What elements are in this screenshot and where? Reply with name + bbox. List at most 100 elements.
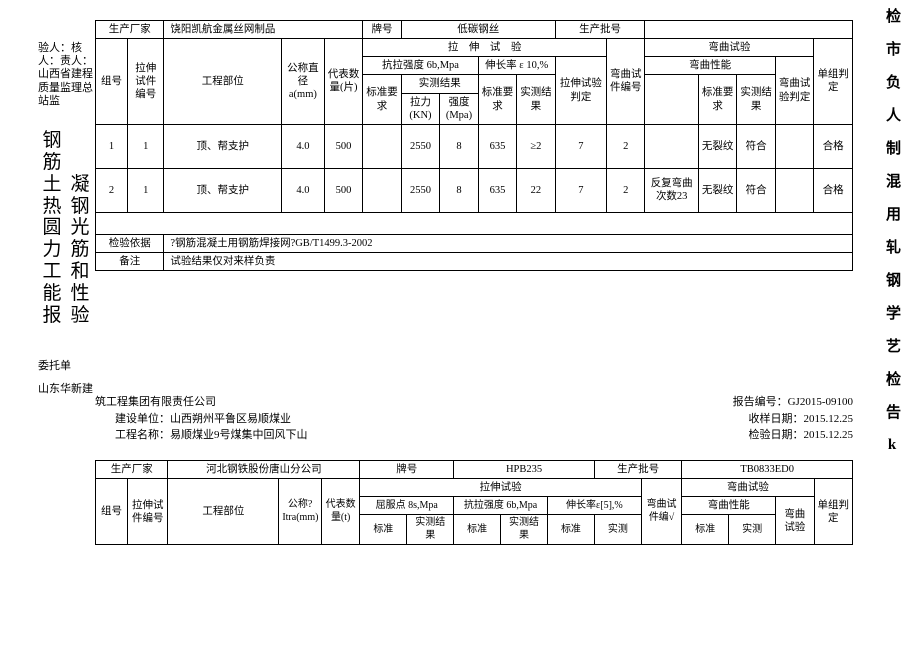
cell-force: 2550 bbox=[401, 124, 439, 168]
cell-force: 2550 bbox=[401, 168, 439, 212]
hdr-spec-diam: 公称直径a(mm) bbox=[282, 39, 325, 125]
table-row: 组号 拉伸试件编号 工程部位 公称直径a(mm) 代表数量(片) 拉 伸 试 验… bbox=[96, 39, 853, 57]
info-l1: 筑工程集团有限责任公司 bbox=[95, 394, 216, 411]
hdr-tensile-test: 拉 伸 试 验 bbox=[363, 39, 607, 57]
mfr-value: 饶阳凯航金属丝网制品 bbox=[164, 21, 363, 39]
info-block: 筑工程集团有限责任公司 报告编号：GJ2015-09100 建设单位：山西朔州平… bbox=[95, 394, 853, 444]
spacer-row bbox=[96, 212, 853, 234]
left-line2: 人：责人： bbox=[38, 55, 98, 68]
inspection-table-2: 生产厂家 河北钢铁股份唐山分公司 牌号 HPB235 生产批号 TB0833ED… bbox=[95, 460, 853, 545]
table-row: 组号 拉伸试件编号 工程部位 公称?Itra(mm) 代表数量(t) 拉伸试验 … bbox=[96, 479, 853, 497]
hdr-strength-mpa: 强度(Mpa) bbox=[440, 94, 477, 124]
cell-tjudge: 7 bbox=[555, 124, 606, 168]
left-big-col1: 钢筋土热圆力工能报 bbox=[38, 130, 66, 327]
hdr-actual-res-2: 实测结果 bbox=[737, 75, 775, 124]
info-r1-label: 报告编号： bbox=[733, 396, 788, 408]
cell-diam: 4.0 bbox=[282, 124, 325, 168]
hdr-bend-test: 弯曲试验 bbox=[682, 479, 814, 497]
hdr-bend-piece-no: 弯曲试件编号 bbox=[606, 39, 644, 125]
hdr-std-req-1: 标准要求 bbox=[363, 75, 401, 124]
cell-bperf-hdr: 反复弯曲次数23 bbox=[645, 168, 698, 212]
cell-elong-std: 635 bbox=[478, 168, 516, 212]
hdr-result: 实测结果 拉力(KN)强度(Mpa) bbox=[401, 75, 478, 124]
cell-elong-res: ≥2 bbox=[517, 124, 555, 168]
mfr-value: 河北钢铁股份唐山分公司 bbox=[168, 461, 360, 479]
info-r3: 2015.12.25 bbox=[804, 429, 854, 441]
cell-group: 1 bbox=[96, 124, 128, 168]
hdr-rep-qty: 代表数量(片) bbox=[324, 39, 363, 125]
hdr-bpno: 弯曲试件编√ bbox=[641, 479, 682, 545]
info-r3-label: 检验日期： bbox=[749, 429, 804, 441]
info-r2: 2015.12.25 bbox=[804, 413, 854, 425]
hdr-spec: 公称?Itra(mm) bbox=[279, 479, 322, 545]
cell-bstd: 无裂纹 bbox=[698, 124, 736, 168]
hdr-bend-perf: 弯曲性能 bbox=[645, 57, 775, 75]
cell bbox=[363, 124, 401, 168]
left-line4: 质量监理总 bbox=[38, 82, 98, 95]
cell-qty: 500 bbox=[324, 124, 363, 168]
mfr-label: 生产厂家 bbox=[96, 21, 164, 39]
cell-bpno: 2 bbox=[606, 124, 644, 168]
left-big-title: 钢筋土热圆力工能报凝钢光筋和性验 bbox=[38, 130, 98, 327]
hdr-bend-test: 弯曲试验 bbox=[645, 39, 814, 57]
hdr-actual-3: 实测 bbox=[594, 515, 641, 545]
cell-bperf-hdr bbox=[645, 124, 698, 168]
brand-value: HPB235 bbox=[454, 461, 595, 479]
cell-qty: 500 bbox=[324, 168, 363, 212]
left-bottom-2: 山东华新建 bbox=[38, 380, 93, 396]
table-row: 生产厂家 饶阳凯航金属丝网制品 牌号 低碳钢丝 生产批号 bbox=[96, 21, 853, 39]
info-l2: 山西朔州平鲁区易顺煤业 bbox=[170, 413, 291, 425]
hdr-std-4: 标准 bbox=[682, 515, 729, 545]
basis-value: ?钢筋混凝土用钢筋焊接网?GB/T1499.3-2002 bbox=[164, 234, 853, 252]
cell-pno: 1 bbox=[128, 168, 164, 212]
hdr-tensile-strength: 抗拉强度 6b,Mpa bbox=[363, 57, 478, 75]
left-bottom-1: 委托单 bbox=[38, 360, 71, 373]
hdr-group-no: 组号 bbox=[96, 479, 128, 545]
cell-bstd: 无裂纹 bbox=[698, 168, 736, 212]
hdr-piece-no: 拉伸试件编号 bbox=[127, 479, 168, 545]
batch-value bbox=[645, 21, 853, 39]
mfr-label: 生产厂家 bbox=[96, 461, 168, 479]
left-line3: 山西省建程 bbox=[38, 68, 98, 81]
info-r2-label: 收样日期： bbox=[749, 413, 804, 425]
hdr-actual-2: 实测结果 bbox=[501, 515, 548, 545]
brand-label: 牌号 bbox=[363, 21, 401, 39]
right-vertical-title: 检 市 负 人 制 混 用 轧 钢 学 艺 检 告 k bbox=[882, 8, 900, 454]
cell-part: 顶、帮支护 bbox=[164, 124, 282, 168]
hdr-part: 工程部位 bbox=[168, 479, 279, 545]
hdr-std-3: 标准 bbox=[547, 515, 594, 545]
hdr-actual-4: 实测 bbox=[729, 515, 776, 545]
cell-gj: 合格 bbox=[814, 168, 853, 212]
cell-elong-std: 635 bbox=[478, 124, 516, 168]
cell-gj: 合格 bbox=[814, 124, 853, 168]
hdr-tensile-str: 抗拉强度 6b,Mpa bbox=[454, 497, 548, 515]
hdr-force-kn: 拉力(KN) bbox=[402, 94, 440, 124]
basis-label: 检验依据 bbox=[96, 234, 164, 252]
info-l3: 易顺煤业9号煤集中回风下山 bbox=[170, 429, 308, 441]
hdr-bend-judge: 弯曲试验判定 bbox=[775, 57, 813, 125]
hdr-std-1: 标准 bbox=[360, 515, 407, 545]
brand-value: 低碳钢丝 bbox=[401, 21, 555, 39]
table-row: 2 1 顶、帮支护 4.0 500 2550 8 635 22 7 2 反复弯曲… bbox=[96, 168, 853, 212]
info-l3-label: 工程名称： bbox=[115, 429, 170, 441]
hdr-group-judge: 单组判定 bbox=[814, 479, 853, 545]
hdr-group-no: 组号 bbox=[96, 39, 128, 125]
brand-label: 牌号 bbox=[360, 461, 454, 479]
table-row bbox=[96, 212, 853, 234]
remark-value: 试验结果仅对来样负责 bbox=[164, 252, 853, 270]
hdr-elong: 伸长率ε[5],% bbox=[547, 497, 641, 515]
cell-bpno: 2 bbox=[606, 168, 644, 212]
left-line5: 站监 bbox=[38, 95, 98, 108]
cell-part: 顶、帮支护 bbox=[164, 168, 282, 212]
table-row: 备注 试验结果仅对来样负责 bbox=[96, 252, 853, 270]
batch-label: 生产批号 bbox=[594, 461, 681, 479]
cell-bres: 符合 bbox=[737, 124, 775, 168]
cell-elong-res: 22 bbox=[517, 168, 555, 212]
info-r1: GJ2015-09100 bbox=[788, 396, 853, 408]
cell-group: 2 bbox=[96, 168, 128, 212]
cell-empty bbox=[775, 168, 813, 212]
hdr-std-req-2: 标准要求 bbox=[478, 75, 516, 124]
cell bbox=[363, 168, 401, 212]
hdr-result-label: 实测结果 bbox=[402, 75, 478, 93]
hdr-bperf: 弯曲性能 bbox=[682, 497, 776, 515]
